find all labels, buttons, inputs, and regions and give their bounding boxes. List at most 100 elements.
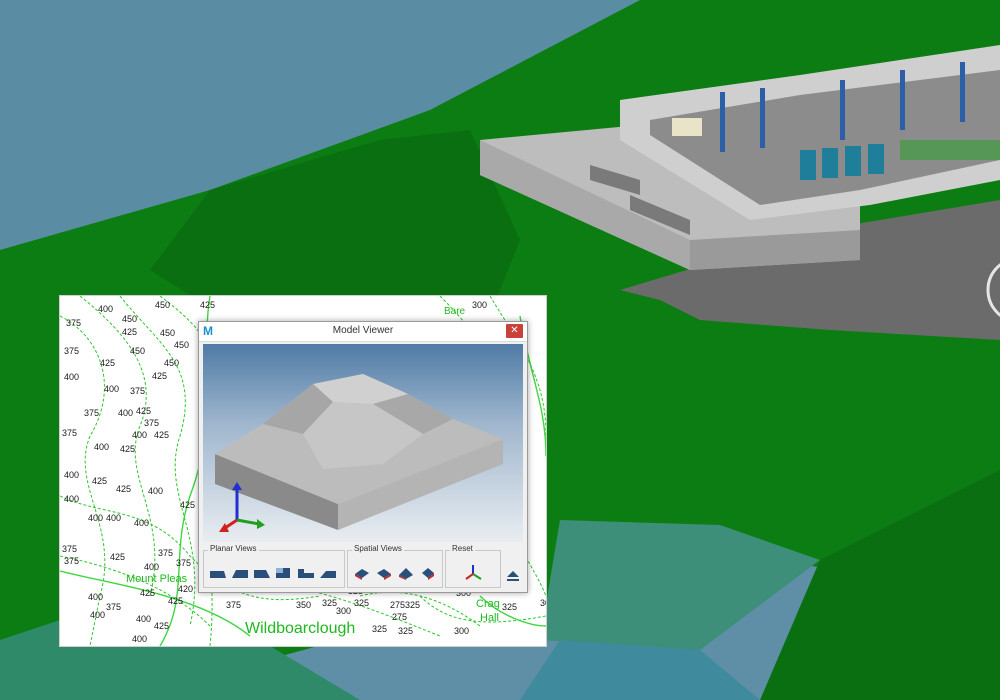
contour-label: 425 [200,300,216,310]
reset-group: Reset [445,544,501,588]
column [760,88,765,148]
contour-label: 400 [90,610,106,620]
3d-viewport[interactable] [203,344,523,542]
contour-label: 450 [174,340,190,350]
contour-label: 450 [122,314,138,324]
contour-label: 400 [64,494,80,504]
window-title: Model Viewer [332,325,394,336]
contour-label: 300 [472,300,488,310]
contour-label: 425 [120,444,136,454]
contour-label: 275325 [390,600,421,610]
contour-label: 425 [140,588,156,598]
map-place-name: Bare [444,306,466,317]
planar-view-top-button[interactable] [296,565,316,581]
contour-label: 425 [154,621,170,631]
planar-view-front-button[interactable] [208,565,228,581]
contour-label: 400 [118,408,134,418]
contour-label: 375 [158,548,174,558]
axis-y [224,518,238,530]
eject-button[interactable] [503,568,523,584]
contour-label: 400 [148,486,164,496]
iso-view-4-icon [422,568,434,580]
eject-icon [507,571,519,581]
column [900,70,905,130]
contour-label: 325 [354,598,370,608]
tank-1 [800,150,816,180]
close-button[interactable]: ✕ [506,324,523,338]
contour-label: 400 [104,384,120,394]
contour-label: 325 [322,598,338,608]
contour-label: 425 [100,358,116,368]
contour-label: 450 [160,328,176,338]
axis-x [236,518,260,526]
map-place-name: Crag [476,598,500,610]
contour-label: 375 [106,602,122,612]
window-titlebar[interactable]: M Model Viewer ✕ [199,322,527,342]
tank-3 [845,146,861,176]
planar-view-bottom-button[interactable] [318,565,338,581]
iso-view-2-icon [377,569,391,580]
planar-view-left-icon [254,570,270,578]
column [720,92,725,152]
contour-label: 375 [84,408,100,418]
contour-label: 400 [134,518,150,528]
contour-label: 425 [152,371,168,381]
cream-machine [672,118,702,136]
contour-label: 400 [94,442,110,452]
iso-view-2-button[interactable] [374,565,394,581]
contour-label: 425 [122,327,138,337]
contour-label: 450 [164,358,180,368]
contour-label: 300 [454,626,470,636]
model-viewer-window: M Model Viewer ✕ Planar Views Spatial Vi… [198,321,528,593]
contour-label: 375 [62,428,78,438]
contour-label: 400 [98,304,114,314]
contour-label: 350 [296,600,312,610]
planar-view-bottom-icon [298,569,314,578]
iso-view-4-button[interactable] [418,565,438,581]
contour-label: 375 [64,346,80,356]
axis-x-arrow [257,519,265,529]
spatial-views-group: Spatial Views [347,544,443,588]
contour-label: 375 [226,600,242,610]
planar-view-front-icon [210,571,226,578]
close-icon: ✕ [510,325,519,336]
reset-view-button[interactable] [463,563,483,583]
column [960,62,965,122]
contour-label: 425 [136,406,152,416]
planar-views-label: Planar Views [208,544,259,554]
reset-label: Reset [450,544,475,554]
planar-views-group: Planar Views [203,544,345,588]
contour-label: 400 [132,634,148,644]
contour-label: 375 [144,418,160,428]
contour-label: 420 [178,584,194,594]
map-place-name: Hall [480,612,499,624]
contour-label: 425 [180,500,196,510]
contour-label: 400 [136,614,152,624]
iso-view-3-icon [399,568,413,580]
planar-view-back-button[interactable] [230,565,250,581]
contour-label: 425 [92,476,108,486]
planar-view-right-button[interactable] [274,565,294,581]
contour-label: 450 [155,300,171,310]
planar-view-left-button[interactable] [252,565,272,581]
iso-view-3-button[interactable] [396,565,416,581]
contour-label: 425 [168,596,184,606]
contour-label: 425 [154,430,170,440]
contour-label: 400 [144,562,160,572]
iso-view-1-button[interactable] [352,565,372,581]
contour-label: 400 [64,372,80,382]
contour-label: 375 [64,556,80,566]
contour-label: 425 [110,552,126,562]
contour-label: 425 [116,484,132,494]
contour-label: 300 [540,598,546,608]
planar-view-top-icon [276,568,290,578]
column [840,80,845,140]
spatial-views-label: Spatial Views [352,544,404,554]
contour-label: 400 [64,470,80,480]
planar-view-back-icon [232,570,248,578]
contour-label: 325 [398,626,414,636]
green-pipes [900,140,1000,160]
axes-reset-icon [465,565,482,580]
contour-label: 375 [176,558,192,568]
tank-4 [868,144,884,174]
